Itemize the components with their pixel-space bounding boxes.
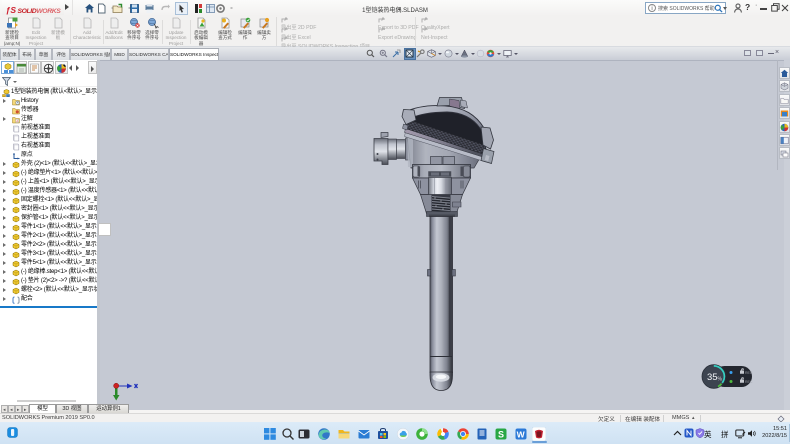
- svg-text:35: 35: [707, 372, 718, 383]
- svg-text:A: A: [16, 119, 18, 123]
- svg-text:%: %: [718, 377, 723, 383]
- svg-text:S: S: [498, 429, 504, 439]
- svg-text:W: W: [516, 429, 525, 439]
- svg-text:REC: REC: [745, 371, 753, 375]
- svg-text:REC: REC: [745, 380, 753, 384]
